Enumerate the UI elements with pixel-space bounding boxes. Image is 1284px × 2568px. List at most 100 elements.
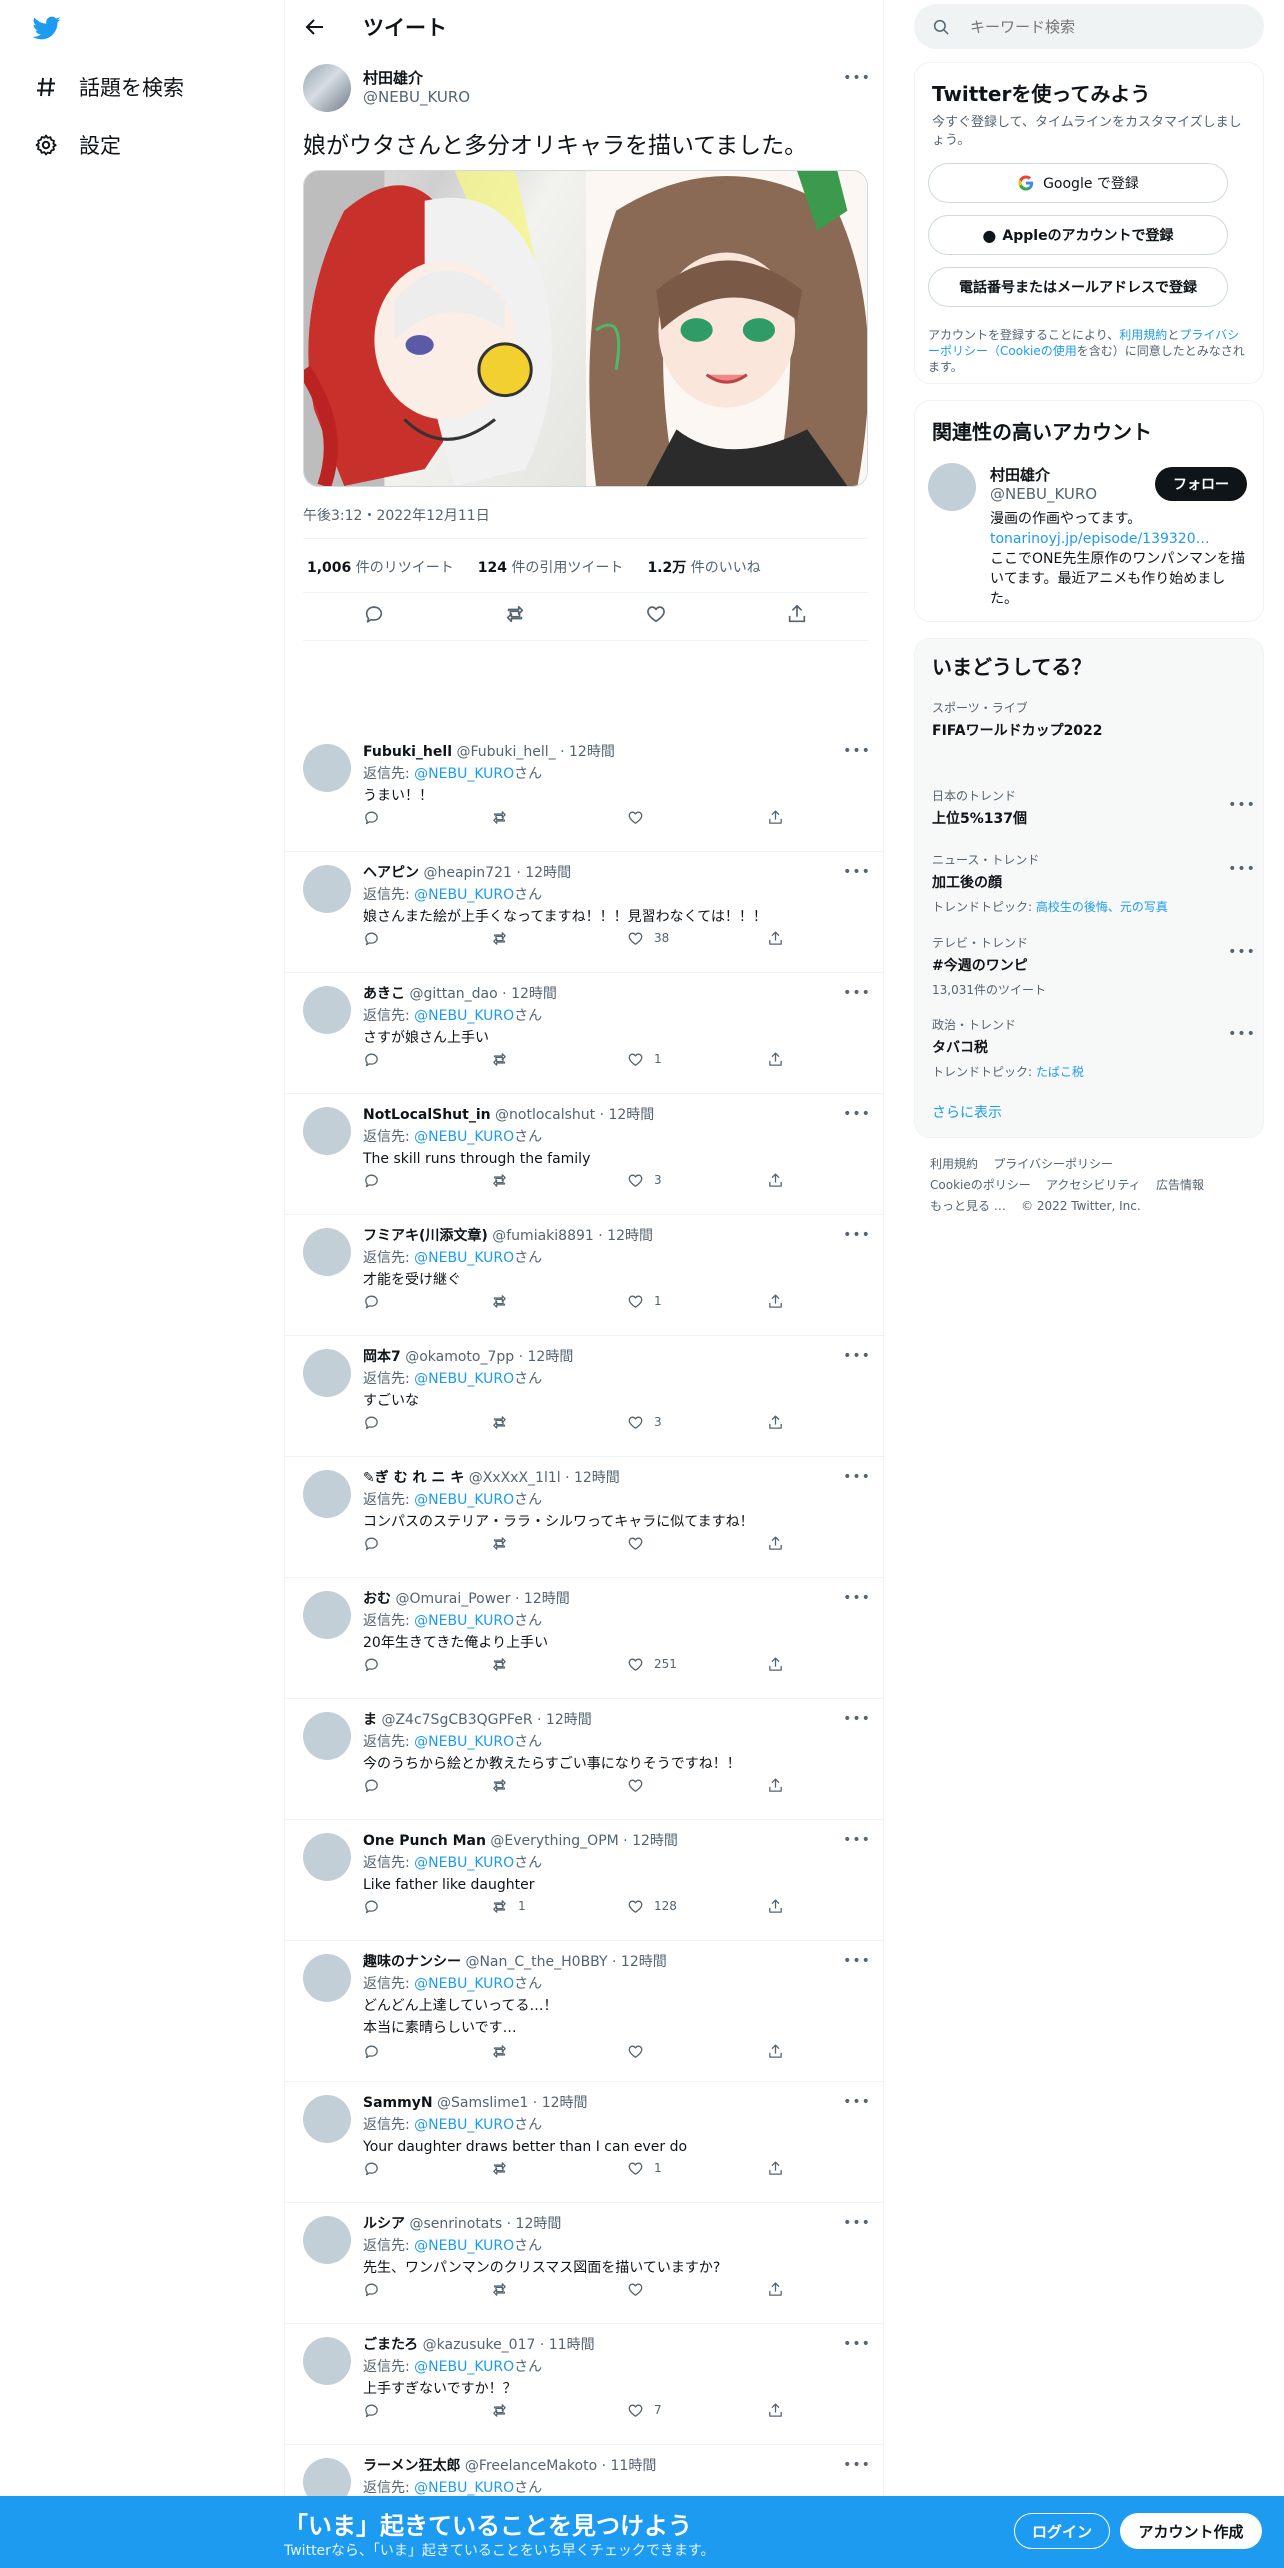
reply-author-handle[interactable]: @FreelanceMakoto <box>465 2458 597 2474</box>
share-icon[interactable] <box>767 1896 794 1916</box>
reply-avatar[interactable] <box>303 744 351 792</box>
reply-to-link[interactable]: @NEBU_KURO <box>414 1613 514 1629</box>
reply-author-name[interactable]: Fubuki_hell <box>363 744 452 760</box>
reply-author-handle[interactable]: @senrinotats <box>409 2216 502 2232</box>
reply-avatar[interactable] <box>303 2337 351 2385</box>
reply-to-link[interactable]: @NEBU_KURO <box>414 887 514 903</box>
footer-ads[interactable]: 広告情報 <box>1156 1178 1204 1192</box>
reply-to-link[interactable]: @NEBU_KURO <box>414 1129 514 1145</box>
reply-time[interactable]: 12時間 <box>511 986 557 1002</box>
create-account-button[interactable]: アカウント作成 <box>1120 2513 1262 2549</box>
reply-tweet[interactable]: おむ @Omurai_Power · 12時間 ••• 返信先: @NEBU_KUR… <box>285 1578 885 1699</box>
tweet-timestamp[interactable]: 午後3:12・2022年12月11日 <box>303 505 490 525</box>
like-button[interactable]: 38 <box>627 928 669 948</box>
retweet-button[interactable] <box>491 2279 518 2299</box>
like-button[interactable] <box>627 1775 654 1795</box>
reply-author-name[interactable]: SammyN <box>363 2095 433 2111</box>
reply-to-link[interactable]: @NEBU_KURO <box>414 1734 514 1750</box>
reply-author-handle[interactable]: @notlocalshut <box>495 1107 595 1123</box>
search-box[interactable] <box>914 4 1264 49</box>
share-icon[interactable] <box>786 603 808 629</box>
author-avatar[interactable] <box>303 64 351 112</box>
more-options-icon[interactable]: ••• <box>843 2334 870 2354</box>
reply-author-name[interactable]: NotLocalShut_in <box>363 1107 491 1123</box>
trend-item[interactable]: スポーツ・ライブ FIFAワールドカップ2022 <box>932 699 1252 740</box>
reply-icon[interactable] <box>363 1654 390 1674</box>
reply-icon[interactable] <box>363 1412 390 1432</box>
login-button[interactable]: ログイン <box>1014 2513 1110 2549</box>
share-icon[interactable] <box>767 2279 794 2299</box>
reply-tweet[interactable]: あきこ @gittan_dao · 12時間 ••• 返信先: @NEBU_KURO… <box>285 973 885 1094</box>
reply-icon[interactable] <box>363 2158 390 2178</box>
reply-author-handle[interactable]: @Everything_OPM <box>490 1833 618 1849</box>
share-icon[interactable] <box>767 1654 794 1674</box>
phone-email-signup-button[interactable]: 電話番号またはメールアドレスで登録 <box>928 267 1228 307</box>
footer-cookie[interactable]: Cookieのポリシー <box>930 1178 1031 1192</box>
reply-to-link[interactable]: @NEBU_KURO <box>414 2117 514 2133</box>
reply-tweet[interactable]: NotLocalShut_in @notlocalshut · 12時間 ••• 返… <box>285 1094 885 1215</box>
reply-icon[interactable] <box>363 1049 390 1069</box>
more-options-icon[interactable]: ••• <box>843 1951 870 1971</box>
author-handle[interactable]: @NEBU_KURO <box>363 88 470 106</box>
more-options-icon[interactable]: ••• <box>1228 795 1255 815</box>
related-name[interactable]: 村田雄介 <box>990 464 1050 485</box>
reply-time[interactable]: 12時間 <box>632 1833 678 1849</box>
trend-item[interactable]: ニュース・トレンド 加工後の顔 トレンドトピック: 高校生の後悔、元の写真 ••• <box>932 851 1255 915</box>
reply-author-name[interactable]: ✎ぎ む れ ニ キ <box>363 1470 464 1486</box>
retweet-button[interactable] <box>491 2400 518 2420</box>
more-options-icon[interactable]: ••• <box>843 862 870 882</box>
reply-to-link[interactable]: @NEBU_KURO <box>414 1371 514 1387</box>
reply-author-name[interactable]: 趣味のナンシー <box>363 1954 461 1970</box>
follow-button[interactable]: フォロー <box>1155 467 1247 501</box>
apple-signup-button[interactable]: ● Appleのアカウントで登録 <box>928 215 1228 255</box>
reply-icon[interactable] <box>363 1170 390 1190</box>
nav-explore[interactable]: 話題を検索 <box>33 65 184 109</box>
reply-author-handle[interactable]: @Z4c7SgCB3QGPFeR <box>381 1712 532 1728</box>
share-icon[interactable] <box>767 1533 794 1553</box>
footer-accessibility[interactable]: アクセシビリティ <box>1046 1178 1141 1192</box>
like-button[interactable]: 7 <box>627 2400 662 2420</box>
share-icon[interactable] <box>767 928 794 948</box>
more-options-icon[interactable]: ••• <box>843 741 870 761</box>
like-button[interactable]: 1 <box>627 1049 662 1069</box>
reply-icon[interactable] <box>363 928 390 948</box>
reply-author-name[interactable]: ヘアピン <box>363 865 419 881</box>
share-icon[interactable] <box>767 2041 794 2061</box>
reply-avatar[interactable] <box>303 1833 351 1881</box>
reply-time[interactable]: 12時間 <box>569 744 615 760</box>
reply-author-name[interactable]: あきこ <box>363 986 405 1002</box>
reply-time[interactable]: 12時間 <box>524 1591 570 1607</box>
trend-topic-link[interactable]: たばこ税 <box>1036 1065 1084 1079</box>
like-icon[interactable] <box>645 603 667 629</box>
reply-icon[interactable] <box>363 1896 390 1916</box>
like-button[interactable]: 3 <box>627 1412 662 1432</box>
terms-link[interactable]: 利用規約 <box>1119 328 1167 342</box>
reply-to-link[interactable]: @NEBU_KURO <box>414 2238 514 2254</box>
author-name[interactable]: 村田雄介 <box>363 67 423 88</box>
reply-tweet[interactable]: One Punch Man @Everything_OPM · 12時間 ••• 返… <box>285 1820 885 1941</box>
share-icon[interactable] <box>767 807 794 827</box>
reply-tweet[interactable]: SammyN @Samslime1 · 12時間 ••• 返信先: @NEBU_KU… <box>285 2082 885 2203</box>
more-options-icon[interactable]: ••• <box>1228 1024 1255 1044</box>
reply-icon[interactable] <box>363 2041 390 2061</box>
reply-avatar[interactable] <box>303 2216 351 2264</box>
reply-tweet[interactable]: Fubuki_hell @Fubuki_hell_ · 12時間 ••• 返信先: … <box>285 731 885 852</box>
like-button[interactable]: 1 <box>627 1291 662 1311</box>
share-icon[interactable] <box>767 2158 794 2178</box>
reply-author-handle[interactable]: @Fubuki_hell_ <box>456 744 555 760</box>
reply-avatar[interactable] <box>303 1712 351 1760</box>
share-icon[interactable] <box>767 1170 794 1190</box>
reply-author-name[interactable]: ラーメン狂太郎 <box>363 2458 460 2474</box>
more-options-icon[interactable]: ••• <box>1228 859 1255 879</box>
twitter-logo-icon[interactable] <box>31 14 63 42</box>
reply-author-name[interactable]: おむ <box>363 1591 391 1607</box>
retweet-button[interactable] <box>491 1775 518 1795</box>
share-icon[interactable] <box>767 1049 794 1069</box>
related-avatar[interactable] <box>928 463 976 511</box>
reply-icon[interactable] <box>363 1775 390 1795</box>
retweet-button[interactable] <box>491 2158 518 2178</box>
reply-author-handle[interactable]: @fumiaki8891 <box>492 1228 594 1244</box>
more-options-icon[interactable]: ••• <box>843 2213 870 2233</box>
reply-to-link[interactable]: @NEBU_KURO <box>414 766 514 782</box>
more-options-icon[interactable]: ••• <box>843 1467 870 1487</box>
